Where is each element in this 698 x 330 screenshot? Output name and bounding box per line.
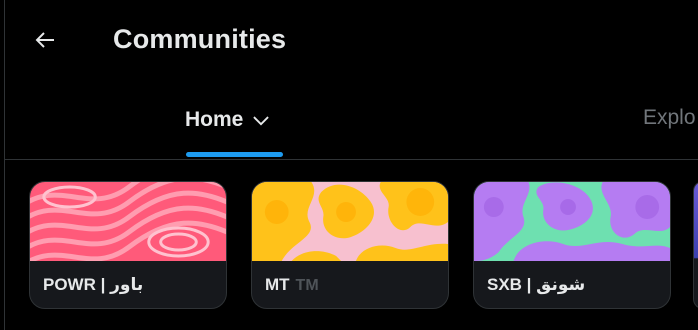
community-card-sxb[interactable]: SXB | شونق <box>473 181 671 309</box>
community-badge: TM <box>295 277 319 294</box>
tab-home-label: Home <box>185 108 244 131</box>
community-banner-yellow-blobs <box>252 182 448 261</box>
back-button[interactable] <box>27 22 63 58</box>
tab-explore[interactable]: Explo <box>643 106 696 130</box>
community-name: SXB | شونق <box>487 275 586 294</box>
header: Communities <box>5 0 698 82</box>
community-card-mt[interactable]: MT TM <box>251 181 449 309</box>
active-tab-indicator <box>186 152 283 157</box>
community-name: POWR | باور <box>43 275 144 294</box>
chevron-down-icon[interactable] <box>251 110 271 130</box>
community-card-partial[interactable] <box>693 181 698 309</box>
tabs-divider <box>5 159 698 160</box>
community-banner-pink-swirl <box>30 182 226 261</box>
community-cards: POWR | باور MT TM SXB | شونق <box>0 181 698 309</box>
community-name: MT TM <box>265 275 319 295</box>
arrow-left-icon <box>35 32 54 48</box>
community-banner-purple-blobs <box>474 182 670 261</box>
page-title: Communities <box>113 24 287 54</box>
community-card-powr[interactable]: POWR | باور <box>29 181 227 309</box>
tab-bar: Home Explo <box>5 82 698 159</box>
tab-home[interactable]: Home <box>185 106 283 159</box>
community-name-text: MT <box>265 275 290 294</box>
